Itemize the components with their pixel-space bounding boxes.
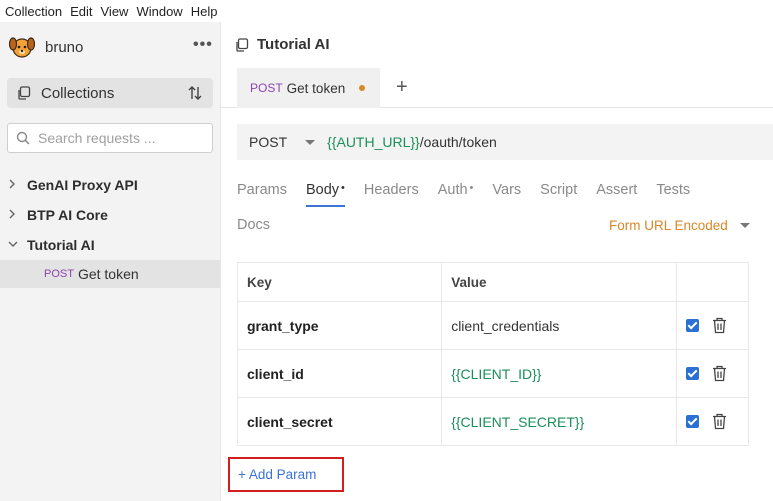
tab-headers[interactable]: Headers	[364, 182, 419, 207]
trash-icon[interactable]	[712, 317, 727, 334]
collections-button[interactable]: Collections	[7, 78, 213, 108]
url-variable: {{AUTH_URL}}	[327, 134, 420, 150]
column-header-actions	[677, 263, 748, 301]
collection-genai-proxy-api[interactable]: GenAI Proxy API	[0, 170, 220, 200]
brand: bruno	[9, 35, 83, 59]
chevron-down-icon	[8, 239, 22, 251]
tab-label: Auth	[437, 182, 468, 198]
chevron-down-icon[interactable]	[305, 139, 316, 145]
method-badge: POST	[44, 268, 74, 280]
collections-label: Collections	[41, 84, 115, 102]
param-key[interactable]: client_secret	[238, 398, 443, 445]
url-bar: POST {{AUTH_URL}}/oauth/token	[237, 124, 773, 160]
trash-icon[interactable]	[712, 413, 727, 430]
menu-window[interactable]: Window	[132, 4, 186, 19]
menu-view[interactable]: View	[97, 4, 133, 19]
search-input[interactable]	[38, 130, 198, 146]
row-actions	[677, 302, 748, 349]
modified-indicator: •	[341, 182, 345, 194]
param-value[interactable]: {{CLIENT_SECRET}}	[442, 398, 678, 445]
tab-vars[interactable]: Vars	[492, 182, 521, 207]
menu-bar: Collection Edit View Window Help	[0, 0, 773, 22]
collection-label: Tutorial AI	[27, 237, 95, 253]
collection-tutorial-ai[interactable]: Tutorial AI	[0, 230, 220, 260]
brand-name: bruno	[45, 38, 84, 56]
bruno-logo-icon	[9, 37, 35, 58]
tab-label: Assert	[596, 182, 638, 198]
copy-icon	[18, 86, 31, 100]
tab-tests[interactable]: Tests	[656, 182, 690, 207]
collection-label: BTP AI Core	[27, 207, 108, 223]
request-item-get-token[interactable]: POST Get token	[0, 260, 220, 288]
tab-label: Get token	[286, 80, 346, 96]
tab-body[interactable]: Body •	[305, 182, 345, 207]
add-param-button[interactable]: + Add Param	[238, 467, 316, 482]
method-select[interactable]: POST	[249, 134, 287, 150]
search-icon	[16, 131, 30, 145]
url-path: /oauth/token	[419, 134, 497, 150]
row-actions	[677, 398, 748, 445]
menu-help[interactable]: Help	[187, 4, 222, 19]
collections-tree: GenAI Proxy API BTP AI Core Tutorial AI …	[0, 170, 220, 288]
param-key[interactable]: grant_type	[238, 302, 443, 349]
new-tab-button[interactable]: +	[396, 76, 408, 99]
chevron-down-icon	[739, 223, 750, 228]
tab-script[interactable]: Script	[540, 182, 577, 207]
chevron-right-icon	[8, 209, 22, 222]
page-title: Tutorial AI	[257, 36, 330, 53]
column-header-value: Value	[442, 263, 678, 301]
collection-btp-ai-core[interactable]: BTP AI Core	[0, 200, 220, 230]
request-subtabs: Params Body • Headers Auth • Vars Script A…	[237, 182, 709, 207]
menu-collection[interactable]: Collection	[0, 4, 66, 19]
trash-icon[interactable]	[712, 365, 727, 382]
copy-icon	[236, 37, 249, 52]
method-badge: POST	[250, 81, 283, 95]
table-row: client_id {{CLIENT_ID}}	[238, 349, 748, 397]
add-param-highlight: + Add Param	[228, 457, 344, 492]
tab-label: Headers	[363, 182, 419, 198]
tab-label: Vars	[492, 182, 522, 198]
tab-label: Body	[305, 182, 340, 198]
param-value[interactable]: {{CLIENT_ID}}	[442, 350, 678, 397]
body-mode-select[interactable]: Form URL Encoded	[609, 218, 750, 233]
tab-label: Script	[540, 182, 578, 198]
enabled-checkbox[interactable]	[686, 367, 700, 380]
tab-docs[interactable]: Docs	[237, 217, 270, 233]
url-input[interactable]: {{AUTH_URL}}/oauth/token	[327, 134, 497, 150]
modified-indicator: •	[469, 182, 474, 194]
table-row: client_secret {{CLIENT_SECRET}}	[238, 397, 748, 445]
chevron-right-icon	[8, 179, 22, 192]
sort-icon[interactable]	[187, 85, 203, 101]
params-table: Key Value grant_type client_credentials …	[237, 262, 749, 446]
request-tabs: POST Get token +	[221, 68, 773, 108]
collection-label: GenAI Proxy API	[27, 177, 138, 193]
enabled-checkbox[interactable]	[686, 415, 700, 428]
tab-params[interactable]: Params	[237, 182, 287, 207]
collection-title: Tutorial AI	[235, 36, 330, 53]
enabled-checkbox[interactable]	[686, 319, 700, 332]
param-key[interactable]: client_id	[238, 350, 443, 397]
tab-auth[interactable]: Auth •	[438, 182, 474, 207]
body-mode-label: Form URL Encoded	[609, 218, 728, 233]
request-label: Get token	[77, 266, 139, 282]
unsaved-indicator	[359, 85, 365, 91]
row-actions	[677, 350, 748, 397]
table-row: grant_type client_credentials	[238, 301, 748, 349]
more-options-icon[interactable]: •••	[193, 36, 213, 54]
tab-label: Tests	[656, 182, 691, 198]
menu-edit[interactable]: Edit	[66, 4, 96, 19]
search-box	[7, 123, 213, 153]
tab-assert[interactable]: Assert	[596, 182, 637, 207]
tab-label: Params	[237, 182, 287, 198]
param-value[interactable]: client_credentials	[442, 302, 678, 349]
tab-get-token[interactable]: POST Get token	[237, 68, 380, 108]
table-header: Key Value	[238, 263, 748, 301]
column-header-key: Key	[238, 263, 443, 301]
sidebar: bruno ••• Collections GenAI Proxy API	[0, 22, 221, 501]
